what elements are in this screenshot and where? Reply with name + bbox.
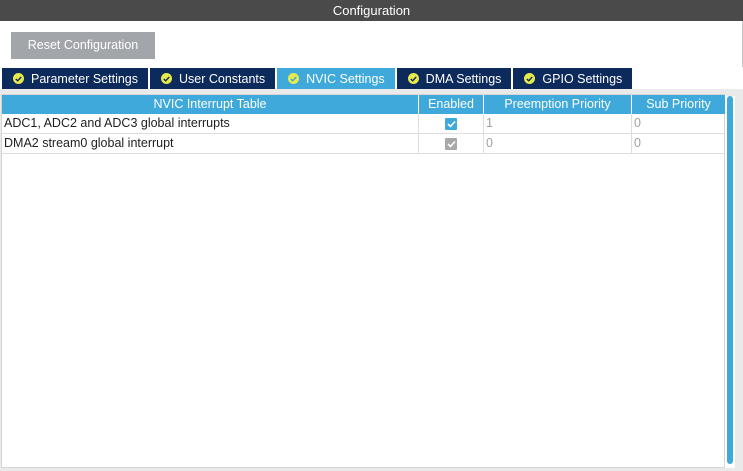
scrollbar-thumb[interactable] bbox=[727, 96, 733, 464]
sub-priority-value[interactable]: 0 bbox=[632, 114, 726, 133]
tab-label: DMA Settings bbox=[425, 71, 502, 86]
tab-content: NVIC Interrupt Table Enabled Preemption … bbox=[0, 89, 743, 471]
column-header-preemption[interactable]: Preemption Priority bbox=[484, 95, 632, 114]
interrupt-name: ADC1, ADC2 and ADC3 global interrupts bbox=[2, 114, 419, 133]
tab-label: User Constants bbox=[179, 71, 266, 86]
column-header-enabled[interactable]: Enabled bbox=[419, 95, 484, 114]
tab-gpio-settings[interactable]: GPIO Settings bbox=[513, 68, 633, 89]
enabled-cell bbox=[419, 114, 484, 133]
sub-priority-value[interactable]: 0 bbox=[632, 134, 726, 153]
check-circle-icon bbox=[161, 73, 172, 84]
column-header-interrupt[interactable]: NVIC Interrupt Table bbox=[2, 95, 419, 114]
check-circle-icon bbox=[407, 73, 419, 84]
nvic-table: NVIC Interrupt Table Enabled Preemption … bbox=[1, 94, 726, 468]
tab-user-constants[interactable]: User Constants bbox=[150, 68, 276, 89]
preemption-priority-value[interactable]: 0 bbox=[484, 134, 632, 153]
table-row[interactable]: DMA2 stream0 global interrupt 0 0 bbox=[2, 134, 726, 154]
tab-dma-settings[interactable]: DMA Settings bbox=[396, 68, 512, 89]
tab-label: NVIC Settings bbox=[306, 71, 385, 86]
window-title: Configuration bbox=[0, 0, 743, 21]
toolbar: Reset Configuration bbox=[0, 21, 743, 67]
tab-nvic-settings[interactable]: NVIC Settings bbox=[277, 68, 395, 89]
tab-label: GPIO Settings bbox=[542, 71, 623, 86]
enabled-cell bbox=[419, 134, 484, 153]
tab-bar: Parameter Settings User Constants NVIC S… bbox=[2, 68, 634, 89]
enabled-checkbox[interactable] bbox=[445, 117, 457, 130]
enabled-checkbox[interactable] bbox=[445, 137, 457, 150]
interrupt-name: DMA2 stream0 global interrupt bbox=[2, 134, 419, 153]
reset-configuration-button[interactable]: Reset Configuration bbox=[11, 32, 155, 59]
tab-label: Parameter Settings bbox=[31, 71, 138, 86]
tab-parameter-settings[interactable]: Parameter Settings bbox=[2, 68, 148, 89]
check-circle-icon bbox=[288, 73, 300, 84]
table-header: NVIC Interrupt Table Enabled Preemption … bbox=[2, 95, 726, 114]
check-circle-icon bbox=[13, 73, 24, 84]
table-row[interactable]: ADC1, ADC2 and ADC3 global interrupts 1 … bbox=[2, 114, 726, 134]
column-header-sub-priority[interactable]: Sub Priority bbox=[632, 95, 726, 114]
check-circle-icon bbox=[524, 73, 536, 84]
preemption-priority-value[interactable]: 1 bbox=[484, 114, 632, 133]
vertical-scrollbar[interactable] bbox=[725, 96, 735, 468]
